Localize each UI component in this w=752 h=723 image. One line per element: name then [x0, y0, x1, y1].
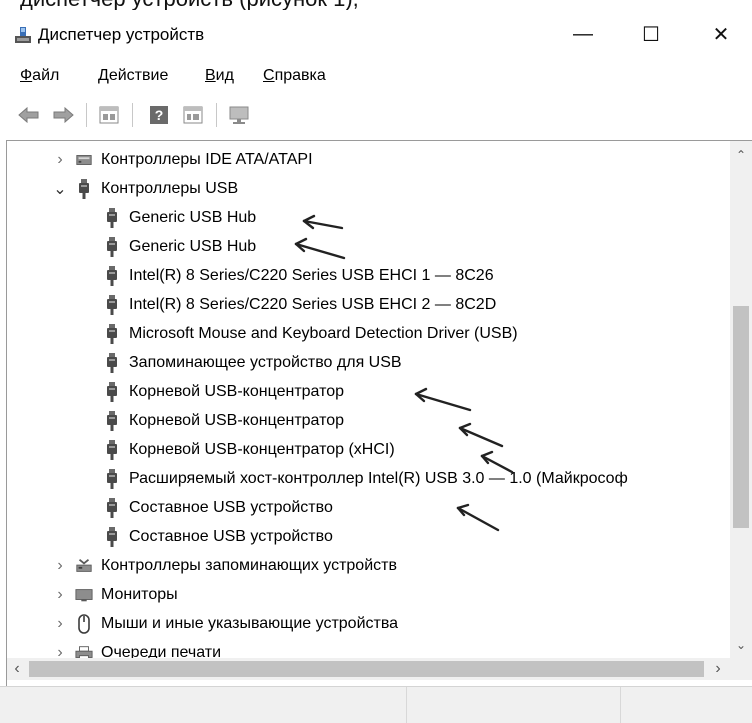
caption-text: диспетчер устройств (рисунок 1), [20, 0, 359, 10]
status-divider [620, 687, 621, 723]
scroll-up-icon[interactable]: ⌃ [735, 149, 747, 161]
device-manager-app-icon [15, 27, 31, 43]
view-icon[interactable] [182, 104, 204, 126]
toolbar-separator [132, 103, 133, 127]
usb-plug-icon [103, 468, 121, 489]
tree-item-label: Расширяемый хост-контроллер Intel(R) USB… [129, 469, 628, 487]
tree-item-label: Контроллеры USB [101, 179, 239, 197]
back-arrow-icon[interactable] [18, 104, 40, 126]
usb-plug-icon [103, 236, 121, 257]
properties-icon[interactable] [98, 104, 120, 126]
usb-plug-icon [103, 526, 121, 547]
usb-plug-icon [103, 207, 121, 228]
tree-category[interactable]: › Контроллеры запоминающих устройств [53, 551, 397, 580]
expanded-chevron-icon[interactable]: ⌄ [53, 181, 67, 198]
usb-plug-icon [75, 178, 93, 199]
help-icon[interactable]: ? [148, 104, 170, 126]
status-divider [406, 687, 407, 723]
usb-plug-icon [103, 439, 121, 460]
tree-item-label: Контроллеры IDE ATA/ATAPI [101, 150, 313, 168]
vertical-scroll-thumb[interactable] [733, 306, 749, 528]
usb-plug-icon [103, 265, 121, 286]
title-bar: Диспетчер устройств — ☐ ✕ [0, 10, 752, 58]
tree-device-item[interactable]: Корневой USB-концентратор [103, 377, 344, 406]
toolbar-separator [216, 103, 217, 127]
svg-text:?: ? [155, 107, 164, 123]
forward-arrow-icon[interactable] [52, 104, 74, 126]
menu-file[interactable]: Файл [20, 67, 59, 85]
tree-device-item[interactable]: Составное USB устройство [103, 522, 333, 551]
maximize-button[interactable]: ☐ [628, 16, 674, 52]
tree-device-item[interactable]: Generic USB Hub [103, 232, 256, 261]
monitor-icon [75, 585, 93, 605]
collapsed-chevron-icon[interactable]: › [53, 615, 67, 632]
tree-device-item[interactable]: Microsoft Mouse and Keyboard Detection D… [103, 319, 518, 348]
usb-plug-icon [103, 352, 121, 373]
menu-help[interactable]: Справка [263, 67, 326, 85]
tree-device-item[interactable]: Запоминающее устройство для USB [103, 348, 402, 377]
vertical-scrollbar[interactable]: ⌃ ⌄ [730, 141, 752, 658]
tree-category[interactable]: › Контроллеры IDE ATA/ATAPI [53, 145, 313, 174]
tree-item-label: Intel(R) 8 Series/C220 Series USB EHCI 1… [129, 266, 494, 284]
scroll-right-icon[interactable]: › [711, 661, 725, 677]
close-icon: ✕ [712, 23, 730, 46]
close-button[interactable]: ✕ [698, 16, 744, 52]
usb-plug-icon [103, 294, 121, 315]
tree-device-item[interactable]: Intel(R) 8 Series/C220 Series USB EHCI 1… [103, 261, 494, 290]
tree-item-label: Generic USB Hub [129, 208, 257, 226]
tree-item-label: Intel(R) 8 Series/C220 Series USB EHCI 2… [129, 295, 497, 313]
scroll-down-icon[interactable]: ⌄ [735, 639, 747, 651]
tree-item-label: Составное USB устройство [129, 527, 333, 545]
tree-item-label: Корневой USB-концентратор [129, 382, 345, 400]
scroll-left-icon[interactable]: ‹ [10, 661, 24, 677]
tree-category[interactable]: › Мыши и иные указывающие устройства [53, 609, 398, 638]
collapsed-chevron-icon[interactable]: › [53, 586, 67, 603]
caption-text-fragment: диспетчер устройств (рисунок 1), [0, 0, 752, 10]
usb-plug-icon [103, 381, 121, 402]
collapsed-chevron-icon[interactable]: › [53, 151, 67, 168]
device-tree: › Контроллеры IDE ATA/ATAPI ⌄ Контроллеры U… [6, 140, 752, 687]
tree-device-item[interactable]: Generic USB Hub [103, 203, 256, 232]
tree-device-item[interactable]: Составное USB устройство [103, 493, 333, 522]
tree-item-label: Мониторы [101, 585, 178, 603]
tree-item-label: Корневой USB-концентратор [129, 411, 345, 429]
menu-bar: Файл Действие Вид Справка [0, 58, 752, 92]
horizontal-scrollbar[interactable]: ‹ › [7, 658, 730, 680]
tree-item-label: Запоминающее устройство для USB [129, 353, 402, 371]
tree-category[interactable]: ⌄ Контроллеры USB [53, 174, 238, 203]
tree-item-label: Контроллеры запоминающих устройств [101, 556, 397, 574]
minimize-icon: — [573, 22, 593, 45]
tree-device-item[interactable]: Расширяемый хост-контроллер Intel(R) USB… [103, 464, 628, 493]
tree-item-label: Generic USB Hub [129, 237, 257, 255]
menu-view[interactable]: Вид [205, 67, 234, 85]
tree-item-label: Мыши и иные указывающие устройства [101, 614, 399, 632]
scrollbar-corner [730, 658, 752, 680]
tree-item-label: Microsoft Mouse and Keyboard Detection D… [129, 324, 518, 342]
toolbar-separator [86, 103, 87, 127]
toolbar: ? [0, 92, 752, 138]
tree-category[interactable]: › Мониторы [53, 580, 178, 609]
menu-action[interactable]: Действие [98, 67, 168, 85]
maximize-icon: ☐ [642, 23, 660, 46]
usb-plug-icon [103, 497, 121, 518]
ide-controller-icon [75, 150, 93, 170]
tree-item-label: Составное USB устройство [129, 498, 333, 516]
status-bar [0, 686, 752, 723]
tree-device-item[interactable]: Корневой USB-концентратор (xHCI) [103, 435, 395, 464]
monitor-icon[interactable] [228, 104, 250, 126]
usb-plug-icon [103, 410, 121, 431]
tree-item-label: Корневой USB-концентратор (xHCI) [129, 440, 395, 458]
tree-device-item[interactable]: Корневой USB-концентратор [103, 406, 344, 435]
horizontal-scroll-thumb[interactable] [29, 661, 704, 677]
mouse-icon [75, 613, 93, 634]
usb-plug-icon [103, 323, 121, 344]
collapsed-chevron-icon[interactable]: › [53, 557, 67, 574]
tree-device-item[interactable]: Intel(R) 8 Series/C220 Series USB EHCI 2… [103, 290, 496, 319]
window-title: Диспетчер устройств [38, 25, 205, 44]
storage-controller-icon [75, 556, 93, 576]
minimize-button[interactable]: — [560, 16, 606, 52]
